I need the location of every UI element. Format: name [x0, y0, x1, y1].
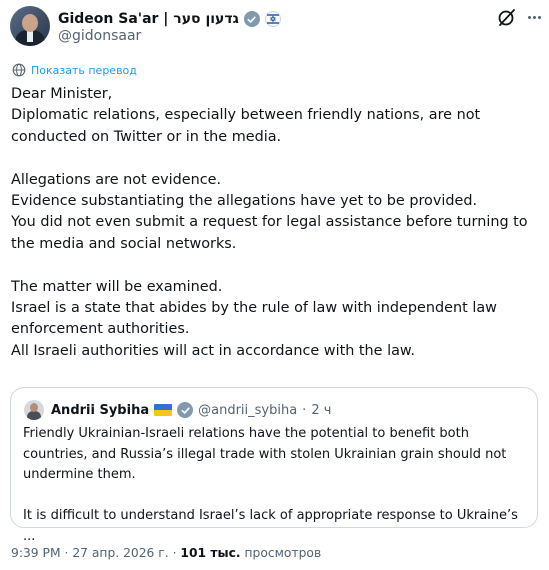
- post-time[interactable]: 9:39 PM: [11, 546, 61, 560]
- tweet-paragraph-gap: [11, 148, 539, 169]
- tweet-line: conducted on Twitter or in the media.: [11, 128, 282, 145]
- tweet-text: Dear Minister, Diplomatic relations, esp…: [11, 84, 539, 362]
- tweet-line: enforcement authorities.: [11, 321, 190, 338]
- author-avatar[interactable]: [10, 6, 50, 46]
- tweet-line: Allegations are not evidence.: [11, 171, 222, 188]
- ukraine-flag-icon: [154, 404, 173, 416]
- quote-author-handle[interactable]: @andrii_sybiha: [198, 403, 297, 418]
- author-handle[interactable]: @gidonsaar: [58, 28, 141, 44]
- quote-header: Andrii Sybiha @andrii_sybiha · 2 ч: [51, 400, 331, 420]
- tweet-line: You did not even submit a request for le…: [11, 214, 528, 231]
- tweet-line: Dear Minister,: [11, 86, 113, 102]
- quote-line: countries, and Russia’s illegal trade wi…: [23, 446, 507, 462]
- post-date[interactable]: 27 апр. 2026 г.: [72, 546, 168, 560]
- tweet-line: Evidence substantiating the allegations …: [11, 193, 478, 210]
- author-name-row: Gideon Sa'ar | גדעון סער: [58, 9, 281, 29]
- view-count: 101 тыс.: [180, 546, 241, 560]
- more-icon: [527, 15, 541, 19]
- avatar-face: [22, 14, 38, 32]
- tweet-line: The matter will be examined.: [11, 278, 223, 295]
- meta-separator: ·: [172, 546, 177, 560]
- tweet-line: Israel is a state that abides by the rul…: [11, 300, 497, 317]
- meta-separator: ·: [64, 546, 69, 560]
- quoted-tweet-card[interactable]: Andrii Sybiha @andrii_sybiha · 2 ч Frien…: [10, 387, 538, 544]
- verified-badge-icon: [177, 402, 194, 418]
- quote-author-name[interactable]: Andrii Sybiha: [51, 403, 149, 418]
- quote-line: Friendly Ukrainian-Israeli relations hav…: [23, 426, 469, 441]
- verified-badge-icon: [243, 11, 260, 27]
- tweet-line: the media and social networks.: [11, 235, 237, 252]
- views-label: просмотров: [244, 546, 322, 560]
- tweet-line: Diplomatic relations, especially between…: [11, 107, 481, 124]
- quote-text: Friendly Ukrainian-Israeli relations hav…: [23, 424, 528, 547]
- quote-line: undermine them.: [23, 467, 136, 482]
- quote-paragraph-gap: [23, 486, 528, 507]
- translate-label: Показать перевод: [31, 63, 137, 77]
- quote-timestamp[interactable]: 2 ч: [311, 403, 331, 418]
- israel-flag-icon: [264, 11, 281, 27]
- grok-icon[interactable]: [496, 6, 518, 28]
- author-name[interactable]: Gideon Sa'ar | גדעון סער: [58, 11, 239, 27]
- tweet-line: All Israeli authorities will act in acco…: [11, 342, 415, 359]
- show-translation-link[interactable]: Показать перевод: [12, 63, 137, 77]
- more-options-button[interactable]: [525, 8, 543, 26]
- quote-avatar-face: [30, 403, 38, 412]
- quote-avatar-body: [27, 411, 41, 420]
- tweet-meta: 9:39 PM · 27 апр. 2026 г. · 101 тыс. про…: [11, 546, 321, 560]
- quote-author-avatar[interactable]: [24, 400, 44, 420]
- quote-line: It is difficult to understand Israel’s l…: [23, 508, 518, 544]
- quote-separator: ·: [302, 402, 307, 418]
- tweet-paragraph-gap: [11, 255, 539, 276]
- translate-icon: [12, 63, 26, 77]
